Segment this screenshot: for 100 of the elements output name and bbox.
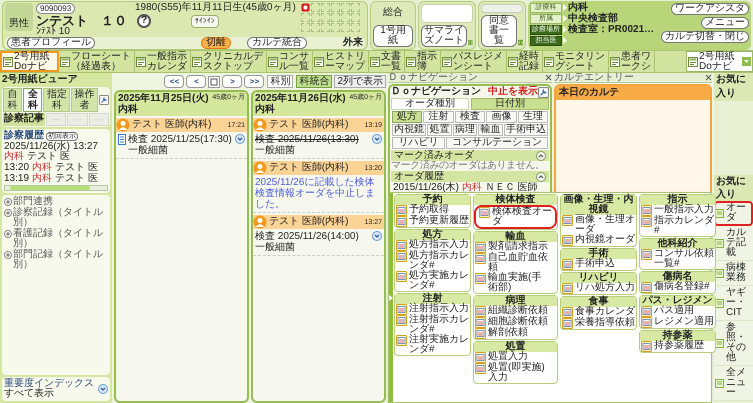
menu-item[interactable]: 予約取得 bbox=[395, 205, 470, 216]
tab[interactable]: オーダ種別 bbox=[391, 98, 469, 110]
order-type-button[interactable]: 画像 bbox=[486, 111, 517, 123]
today-button[interactable] bbox=[208, 76, 220, 88]
menu-item[interactable]: 解剖依頼 bbox=[474, 328, 557, 339]
menu-item[interactable]: 傷病名登録# bbox=[640, 282, 715, 293]
menu-item[interactable]: パス適用 bbox=[640, 306, 715, 317]
order-type-button[interactable]: 処置 bbox=[427, 124, 452, 136]
tab[interactable]: 指定科 bbox=[43, 88, 70, 112]
menu-item[interactable]: 栄養指導依頼 bbox=[561, 318, 636, 329]
menu-item[interactable]: 処方指示カレンダ# bbox=[395, 251, 470, 271]
menu-item[interactable]: レジメン適用 bbox=[640, 317, 715, 328]
columns-button[interactable]: 2列で表示 bbox=[334, 75, 386, 88]
nav-button[interactable]: > bbox=[222, 75, 242, 88]
history-time[interactable]: 13:20 bbox=[4, 163, 30, 173]
expand-icon[interactable] bbox=[98, 384, 108, 394]
favorite-item[interactable]: 全メニュー bbox=[714, 366, 753, 401]
toolbar-button[interactable]: フローシート（経過表） bbox=[59, 51, 135, 72]
history-time[interactable]: 13:27 bbox=[72, 142, 98, 152]
wrench-icon[interactable] bbox=[538, 86, 549, 98]
expand-icon[interactable] bbox=[372, 134, 382, 144]
help-button[interactable]: ? bbox=[137, 14, 151, 28]
tab[interactable]: 自科 bbox=[3, 88, 22, 112]
menu-item[interactable]: リハ処方入力 bbox=[561, 283, 636, 294]
order-type-button[interactable]: コンサルテーション bbox=[446, 137, 548, 149]
toolbar-button[interactable]: 指示簿 bbox=[405, 51, 441, 72]
header-button[interactable]: ワークアシスタ bbox=[671, 3, 749, 15]
menu-item[interactable]: 画像・生理オーダ bbox=[561, 215, 636, 235]
expand-icon[interactable] bbox=[372, 231, 382, 241]
tab[interactable]: 日付別 bbox=[471, 98, 549, 110]
menu-item[interactable]: 製剤請求指示 bbox=[474, 242, 557, 253]
toolbar-button[interactable]: 文書一覧 bbox=[369, 51, 405, 72]
order-type-button[interactable]: 内視鏡 bbox=[392, 124, 426, 136]
menu-item[interactable]: 持参薬履歴 bbox=[640, 341, 715, 352]
menu-item[interactable]: 手術申込 bbox=[561, 259, 636, 270]
note-button[interactable]: 同意書一覧 bbox=[481, 15, 517, 47]
scrollbar[interactable] bbox=[4, 185, 108, 191]
menu-item[interactable]: 処置(即実施)入力 bbox=[474, 363, 557, 383]
expand-icon[interactable] bbox=[235, 134, 245, 144]
toolbar-button[interactable]: クリニカルデスクトップ bbox=[191, 51, 267, 72]
menu-item[interactable]: 細胞診断依頼 bbox=[474, 317, 557, 328]
order-type-button[interactable]: 検査 bbox=[454, 111, 486, 123]
profile-button[interactable]: 患者プロフィール bbox=[7, 37, 95, 49]
menu-item[interactable]: 輸血実施(手術部) bbox=[474, 273, 557, 293]
header-button[interactable]: カルテ切替・閉じ bbox=[661, 31, 749, 43]
expand-icon[interactable] bbox=[518, 38, 523, 47]
note-button[interactable]: サマライズノート bbox=[421, 25, 468, 47]
plus-icon[interactable] bbox=[4, 209, 12, 217]
favorite-item[interactable]: オーダ bbox=[714, 201, 753, 226]
toolbar-button[interactable]: 患者ワークシ bbox=[609, 51, 655, 72]
tree-item[interactable]: 診察記録（タイトル別） bbox=[13, 208, 108, 228]
nav-button[interactable]: << bbox=[164, 75, 184, 88]
menu-item[interactable]: 内視鏡オーダ bbox=[561, 235, 636, 246]
history-time[interactable]: 13:19 bbox=[4, 174, 30, 184]
order-type-button[interactable]: 注射 bbox=[423, 111, 454, 123]
toolbar-button[interactable]: 経時記録 bbox=[507, 51, 543, 72]
menu-item[interactable]: 一般指示入力 bbox=[640, 205, 715, 216]
order-type-button[interactable]: 病理 bbox=[452, 124, 478, 136]
close-icon[interactable] bbox=[545, 74, 552, 81]
tree-item[interactable]: 部門記録（タイトル別） bbox=[13, 250, 108, 270]
menu-item[interactable]: コンサル依頼一覧# bbox=[640, 249, 715, 269]
menu-item[interactable]: 指示カレンダ# bbox=[640, 216, 715, 236]
menu-item[interactable]: 自己血貯血依頼 bbox=[474, 253, 557, 273]
menu-item[interactable]: 注射指示入力 bbox=[395, 304, 470, 315]
note-button[interactable]: 1号用紙 bbox=[373, 25, 413, 47]
dropdown[interactable]: 2号用紙Doナビ bbox=[686, 51, 753, 72]
tab[interactable]: 全科 bbox=[23, 88, 42, 112]
tree-item[interactable]: 部門連携 bbox=[13, 197, 53, 207]
view-mode-tab[interactable]: 科別 bbox=[267, 75, 294, 88]
order-type-button[interactable]: リハビリ bbox=[392, 137, 444, 149]
order-type-button[interactable]: 手術申込 bbox=[504, 124, 548, 136]
toolbar-button[interactable]: コンサル一覧 bbox=[267, 51, 313, 72]
action-button[interactable]: カルテ統合 bbox=[247, 37, 307, 49]
toolbar-button[interactable]: 2号用紙Doナビ bbox=[0, 51, 59, 72]
tab[interactable]: 操作者 bbox=[71, 88, 98, 112]
menu-item[interactable]: 処方指示入力 bbox=[395, 240, 470, 251]
order-type-button[interactable]: 処方 bbox=[392, 111, 422, 123]
menu-item[interactable]: 食事カレンダ bbox=[561, 307, 636, 318]
menu-item[interactable]: 注射指示カレンダ# bbox=[395, 315, 470, 335]
wrench-icon[interactable] bbox=[99, 95, 109, 105]
menu-item[interactable]: 組織診断依頼 bbox=[474, 306, 557, 317]
tree-item[interactable]: 看護記録（タイトル別） bbox=[13, 229, 108, 249]
toolbar-button[interactable]: ヒストリーマップ bbox=[313, 51, 369, 72]
collapse-icon[interactable] bbox=[536, 172, 546, 182]
header-button[interactable]: メニュー bbox=[701, 17, 749, 29]
plus-icon[interactable] bbox=[4, 230, 12, 238]
plus-icon[interactable] bbox=[4, 198, 12, 206]
collapse-icon[interactable] bbox=[536, 150, 546, 160]
toolbar-button[interactable]: 一般指示カレンダ bbox=[135, 51, 191, 72]
order-type-button[interactable]: 輸血 bbox=[478, 124, 503, 136]
close-icon[interactable] bbox=[705, 74, 712, 81]
order-type-button[interactable]: 生理 bbox=[518, 111, 548, 123]
toolbar-button[interactable]: モニタリングシート bbox=[543, 51, 609, 72]
nav-button[interactable]: >> bbox=[244, 75, 264, 88]
menu-item[interactable]: 処置入力 bbox=[474, 352, 557, 363]
menu-item[interactable]: 注射実施カレンダ# bbox=[395, 335, 470, 355]
menu-item[interactable]: 予約更新履歴 bbox=[395, 216, 470, 227]
action-button[interactable]: 切離 bbox=[201, 37, 231, 49]
plus-icon[interactable] bbox=[4, 251, 12, 259]
view-mode-tab[interactable]: 科統合 bbox=[296, 75, 332, 88]
